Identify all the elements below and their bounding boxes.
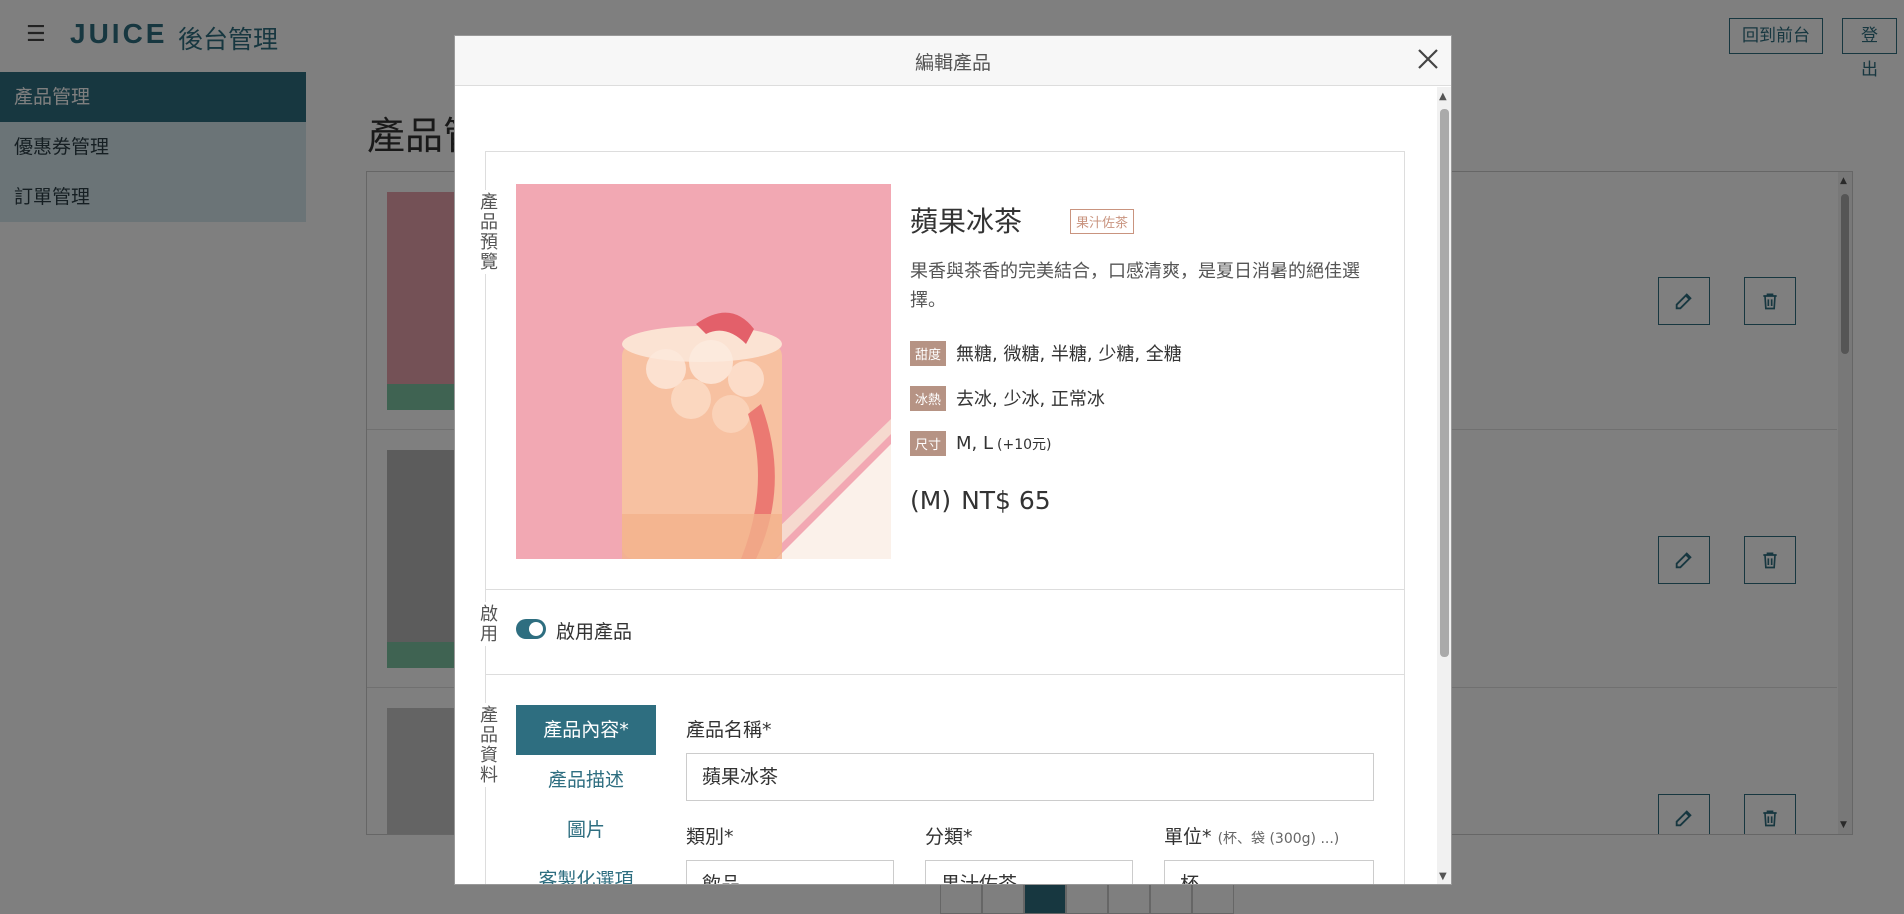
unit-label: 單位* (杯、袋 (300g) ...) [1164,822,1339,849]
scroll-down-icon[interactable]: ▼ [1439,871,1447,882]
enable-section: 啟用 啟用產品 [472,589,1405,675]
data-section: 產品資料 產品內容* 產品描述 圖片 客製化選項 產品名稱* 蘋果冰茶 類別* … [472,674,1405,885]
unit-input[interactable]: 杯 [1164,860,1374,884]
type-select-value: 飲品 [702,873,741,885]
option-values: 無糖, 微糖, 半糖, 少糖, 全糖 [956,344,1182,365]
chevron-down-icon [1102,875,1118,884]
close-icon [1418,49,1438,69]
enable-toggle[interactable] [516,619,546,639]
option-extra: (+10元) [997,436,1052,453]
tab-images[interactable]: 圖片 [516,805,656,855]
product-name-input[interactable]: 蘋果冰茶 [686,753,1374,801]
category-label: 分類* [925,826,973,848]
section-label: 產品資料 [472,703,500,787]
product-image [516,184,891,559]
product-description: 果香與茶香的完美結合，口感清爽，是夏日消暑的絕佳選擇。 [910,261,1360,311]
unit-hint: (杯、袋 (300g) ...) [1217,831,1340,847]
unit-label-text: 單位* [1164,826,1212,848]
option-badge: 甜度 [910,340,947,366]
sweetness-option: 甜度 無糖, 微糖, 半糖, 少糖, 全糖 [910,340,1182,366]
product-price: (M) NT$ 65 [910,486,1051,515]
ice-option: 冰熱 去冰, 少冰, 正常冰 [910,385,1105,411]
type-select[interactable]: 飲品 [686,860,894,885]
close-button[interactable] [1413,44,1443,74]
price-value: NT$ 65 [961,486,1051,515]
modal-scrollbar[interactable]: ▲ ▼ [1437,87,1451,884]
tab-content[interactable]: 產品內容* [516,705,656,755]
chevron-down-icon [863,875,879,884]
tab-description[interactable]: 產品描述 [516,755,656,805]
scroll-up-icon[interactable]: ▲ [1439,91,1447,102]
option-values: M, L [956,433,994,454]
category-tag: 果汁佐茶 [1070,209,1135,234]
category-select[interactable]: 果汁佐茶 [925,860,1133,885]
size-option: 尺寸 M, L (+10元) [910,431,1052,456]
option-values: 去冰, 少冰, 正常冰 [956,389,1105,410]
section-label: 啟用 [472,602,500,646]
iced-tea-image [516,184,891,559]
category-select-value: 果汁佐茶 [941,873,1018,885]
price-size: (M) [910,486,952,515]
modal-header: 編輯產品 [455,36,1451,86]
option-badge: 冰熱 [910,385,947,411]
tab-custom-options[interactable]: 客製化選項 [516,855,656,884]
type-label: 類別* [686,826,734,848]
section-label: 產品預覽 [472,190,500,274]
name-label: 產品名稱* [686,719,772,741]
modal-body: 產品預覽 蘋果冰茶 果汁佐茶 果香與茶香的完美結合，口感清爽，是夏日消暑的絕佳選… [455,87,1439,885]
modal-title: 編輯產品 [914,52,991,74]
scrollbar-thumb[interactable] [1440,109,1449,657]
enable-toggle-label: 啟用產品 [556,621,633,643]
edit-product-modal: 編輯產品 產品預覽 蘋果冰茶 果汁佐茶 果香與茶香的完美結合，口感清爽，是夏日消… [454,35,1452,885]
option-badge: 尺寸 [910,431,947,456]
product-name: 蘋果冰茶 [910,205,1023,238]
preview-section: 產品預覽 蘋果冰茶 果汁佐茶 果香與茶香的完美結合，口感清爽，是夏日消暑的絕佳選… [472,151,1405,591]
